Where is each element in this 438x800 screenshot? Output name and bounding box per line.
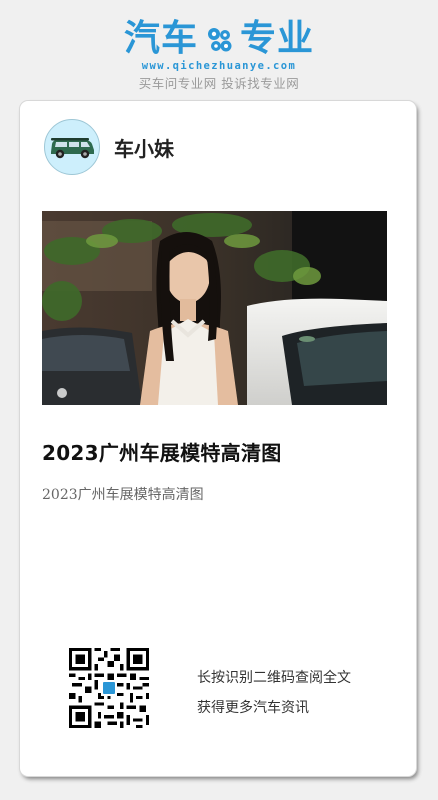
article-title[interactable]: 2023广州车展模特高清图	[42, 437, 282, 466]
brand-slogan: 买车问专业网 投诉找专业网	[138, 76, 300, 91]
logo-text-left: 汽车	[123, 18, 198, 59]
author-header: 车小妹	[44, 119, 174, 175]
logo-text-right: 专业	[240, 18, 315, 59]
brand-logo: 汽车 专业	[0, 18, 438, 60]
qr-caption-line1: 长按识别二维码查阅全文	[197, 670, 351, 686]
author-avatar[interactable]	[44, 119, 100, 175]
qr-caption-line2: 获得更多汽车资讯	[197, 700, 309, 716]
car-avatar-icon	[51, 138, 94, 159]
hero-photo	[42, 211, 387, 405]
article-subtitle: 2023广州车展模特高清图	[42, 487, 204, 503]
article-card: 车小妹 2023广州车展模特高清图 2023广州车展模特高清图 长按识别二维码查…	[20, 101, 416, 776]
author-name[interactable]: 车小妹	[114, 133, 174, 162]
brand-header: 汽车 专业 www.qichezhuanye.com 买车问专业网 投诉找专业网	[0, 18, 438, 92]
gear-logo-icon	[208, 28, 232, 52]
brand-url: www.qichezhuanye.com	[141, 60, 297, 72]
qr-caption: 长按识别二维码查阅全文 获得更多汽车资讯	[197, 663, 351, 723]
qr-code[interactable]	[69, 648, 149, 728]
